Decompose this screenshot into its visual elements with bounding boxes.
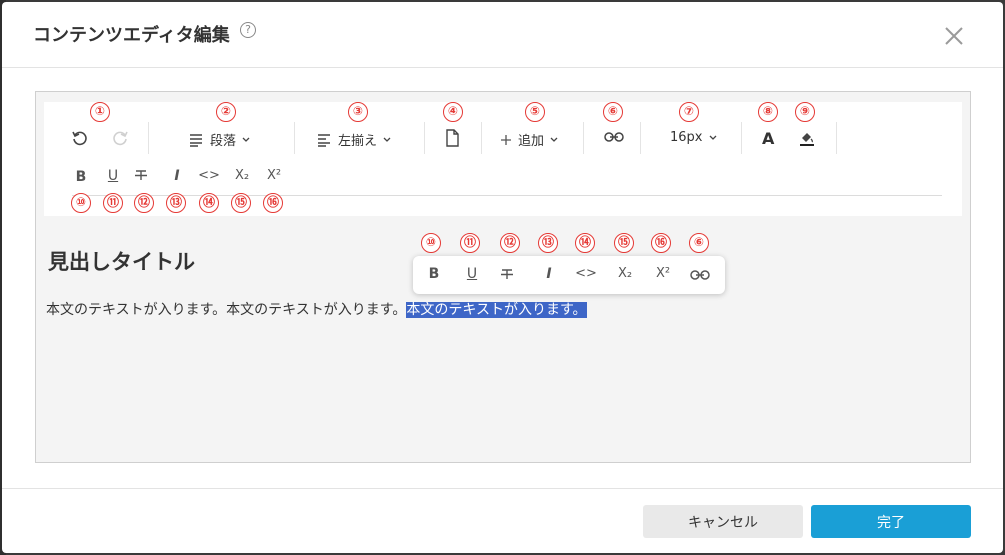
float-subscript-button[interactable]: X₂ [614, 266, 636, 281]
paragraph-icon [190, 133, 202, 147]
marker-6: ⑥ [603, 102, 623, 122]
document-icon [446, 129, 459, 147]
marker-11: ⑪ [103, 193, 123, 213]
marker-9: ⑨ [795, 102, 815, 122]
marker-5: ⑤ [525, 102, 545, 122]
underline-button[interactable]: U [102, 168, 124, 184]
float-marker-13: ⑬ [538, 233, 558, 253]
close-icon[interactable] [943, 25, 965, 47]
bold-button[interactable]: B [70, 169, 92, 185]
marker-8: ⑧ [758, 102, 778, 122]
chevron-down-icon [242, 137, 250, 142]
done-button[interactable]: 完了 [811, 505, 971, 538]
font-size-label: 16px [670, 130, 703, 145]
superscript-button[interactable]: X² [263, 168, 285, 183]
strikethrough-icon [501, 269, 513, 279]
plus-icon [501, 134, 511, 145]
content-heading: 見出しタイトル [48, 250, 195, 274]
marker-14: ⑭ [199, 193, 219, 213]
chevron-down-icon [709, 135, 716, 140]
link-icon [604, 132, 624, 142]
float-link-button[interactable] [690, 269, 712, 281]
font-size-dropdown[interactable]: 16px [670, 130, 717, 145]
separator [583, 122, 584, 154]
strikethrough-button[interactable] [134, 168, 156, 182]
float-bold-button[interactable]: B [423, 266, 445, 282]
separator [741, 122, 742, 154]
marker-15: ⑮ [231, 193, 251, 213]
modal-footer: キャンセル 完了 [2, 488, 1003, 553]
cancel-button[interactable]: キャンセル [643, 505, 803, 538]
editor-frame: ① ② ③ ④ ⑤ ⑥ ⑦ ⑧ ⑨ 段落 左揃え 追加 16px A B U I… [35, 91, 971, 463]
float-italic-button[interactable]: I [538, 266, 560, 282]
float-marker-16: ⑯ [651, 233, 671, 253]
float-marker-12: ⑫ [500, 233, 520, 253]
float-strikethrough-button[interactable] [500, 267, 522, 281]
marker-12: ⑫ [134, 193, 154, 213]
float-marker-15: ⑮ [614, 233, 634, 253]
italic-button[interactable]: I [166, 168, 188, 184]
body-plain-text: 本文のテキストが入ります。本文のテキストが入ります。 [46, 302, 407, 318]
add-label: 追加 [518, 134, 545, 149]
undo-button[interactable] [71, 129, 89, 147]
content-body: 本文のテキストが入ります。本文のテキストが入ります。本文のテキストが入ります。 [46, 299, 587, 319]
highlight-icon [800, 133, 814, 146]
subscript-button[interactable]: X₂ [231, 168, 253, 183]
float-underline-button[interactable]: U [461, 266, 483, 282]
marker-16: ⑯ [263, 193, 283, 213]
paragraph-dropdown[interactable]: 段落 [188, 130, 250, 149]
chevron-down-icon [383, 137, 391, 142]
content-editor-modal: コンテンツエディタ編集 ? ① ② ③ ④ ⑤ ⑥ ⑦ ⑧ ⑨ 段落 左揃え 追… [2, 2, 1003, 553]
float-marker-10: ⑩ [421, 233, 441, 253]
align-label: 左揃え [338, 134, 378, 149]
separator [836, 122, 837, 154]
align-dropdown[interactable]: 左揃え [316, 130, 391, 149]
marker-2: ② [216, 102, 236, 122]
link-icon [690, 270, 710, 280]
align-left-icon [318, 133, 330, 147]
separator [424, 122, 425, 154]
float-marker-14: ⑭ [575, 233, 595, 253]
float-marker-11: ⑪ [460, 233, 480, 253]
float-superscript-button[interactable]: X² [652, 266, 674, 281]
marker-7: ⑦ [679, 102, 699, 122]
float-code-button[interactable]: <> [575, 266, 597, 281]
redo-button[interactable] [111, 129, 129, 147]
modal-title: コンテンツエディタ編集 [33, 25, 230, 46]
highlight-button[interactable] [798, 129, 816, 147]
separator [294, 122, 295, 154]
add-dropdown[interactable]: 追加 [500, 130, 558, 149]
floating-format-toolbar: B U I <> X₂ X² [413, 256, 725, 294]
link-button[interactable] [604, 131, 624, 143]
marker-13: ⑬ [166, 193, 186, 213]
marker-1: ① [90, 102, 110, 122]
font-color-button[interactable]: A [762, 129, 774, 148]
marker-10: ⑩ [71, 193, 91, 213]
marker-3: ③ [348, 102, 368, 122]
document-button[interactable] [444, 129, 460, 147]
separator [481, 122, 482, 154]
separator [148, 122, 149, 154]
separator [640, 122, 641, 154]
modal-header: コンテンツエディタ編集 ? [2, 2, 1003, 68]
editor-toolbar: ① ② ③ ④ ⑤ ⑥ ⑦ ⑧ ⑨ 段落 左揃え 追加 16px A B U I… [44, 102, 962, 216]
font-color-label: A [762, 129, 775, 148]
chevron-down-icon [550, 137, 558, 142]
marker-4: ④ [443, 102, 463, 122]
float-marker-6: ⑥ [689, 233, 709, 253]
help-icon[interactable]: ? [240, 22, 256, 38]
undo-icon [72, 131, 87, 146]
strikethrough-icon [135, 170, 147, 180]
paragraph-label: 段落 [210, 134, 237, 149]
body-selected-text: 本文のテキストが入ります。 [406, 302, 587, 318]
redo-icon [113, 131, 128, 146]
editor-content[interactable]: 見出しタイトル 本文のテキストが入ります。本文のテキストが入ります。本文のテキス… [36, 216, 970, 462]
code-button[interactable]: <> [198, 168, 220, 183]
